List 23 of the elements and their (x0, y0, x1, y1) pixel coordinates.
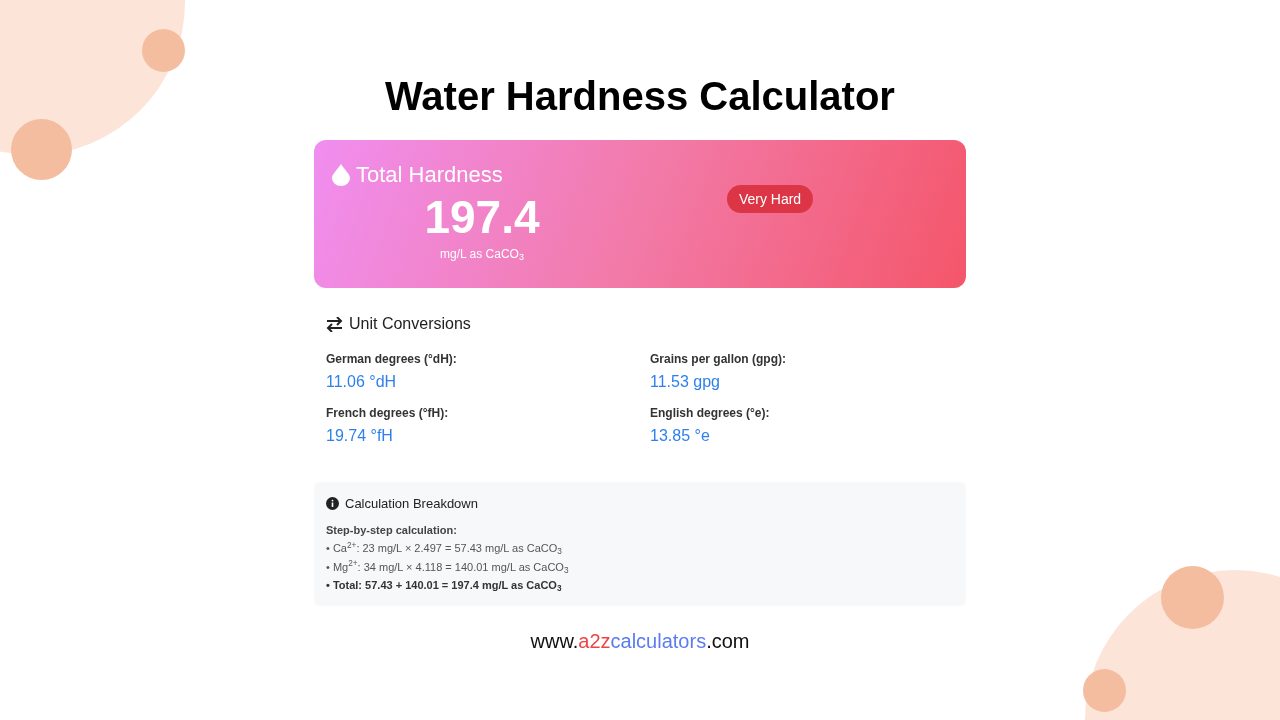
conversion-value: 19.74 °fH (326, 426, 394, 446)
hardness-unit: mg/L as CaCO$_{3}$ (440, 246, 524, 263)
result-heading: Total Hardness (356, 161, 503, 189)
swap-arrows-icon (326, 316, 343, 332)
conversion-label: German degrees (°dH): (326, 351, 458, 368)
calculation-step: • Ca$^{2+}$: 23 mg/L × 2.497 = 57.43 mg/L as CaCO$_{3}$ (326, 540, 954, 557)
info-icon (326, 497, 339, 511)
calculation-step: • Mg$^{2+}$: 34 mg/L × 4.118 = 140.01 mg/L as CaCO$_{3}$ (326, 558, 954, 575)
breakdown-heading: Calculation Breakdown (345, 495, 478, 513)
conversion-value: 11.53 gpg (650, 372, 721, 392)
breakdown-subheading: Step-by-step calculation: (326, 522, 458, 538)
page-title: Water Hardness Calculator (385, 73, 895, 120)
website-url: www.a2zcalculators.com (530, 628, 750, 654)
conversion-value: 11.06 °dH (326, 372, 398, 392)
calculation-step: • Total: 57.43 + 140.01 = 197.4 mg/L as CaCO$_{3}$ (326, 577, 954, 594)
conversion-label: Grains per gallon (gpg): (650, 351, 787, 368)
conversion-value: 13.85 °e (650, 426, 711, 446)
section-heading: Unit Conversions (349, 314, 471, 334)
conversion-label: English degrees (°e): (650, 405, 771, 422)
hardness-category: Very Hard (726, 185, 814, 213)
hardness-value: 197.4 (424, 191, 540, 243)
conversion-label: French degrees (°fH): (326, 405, 450, 422)
droplet-icon (332, 163, 350, 186)
